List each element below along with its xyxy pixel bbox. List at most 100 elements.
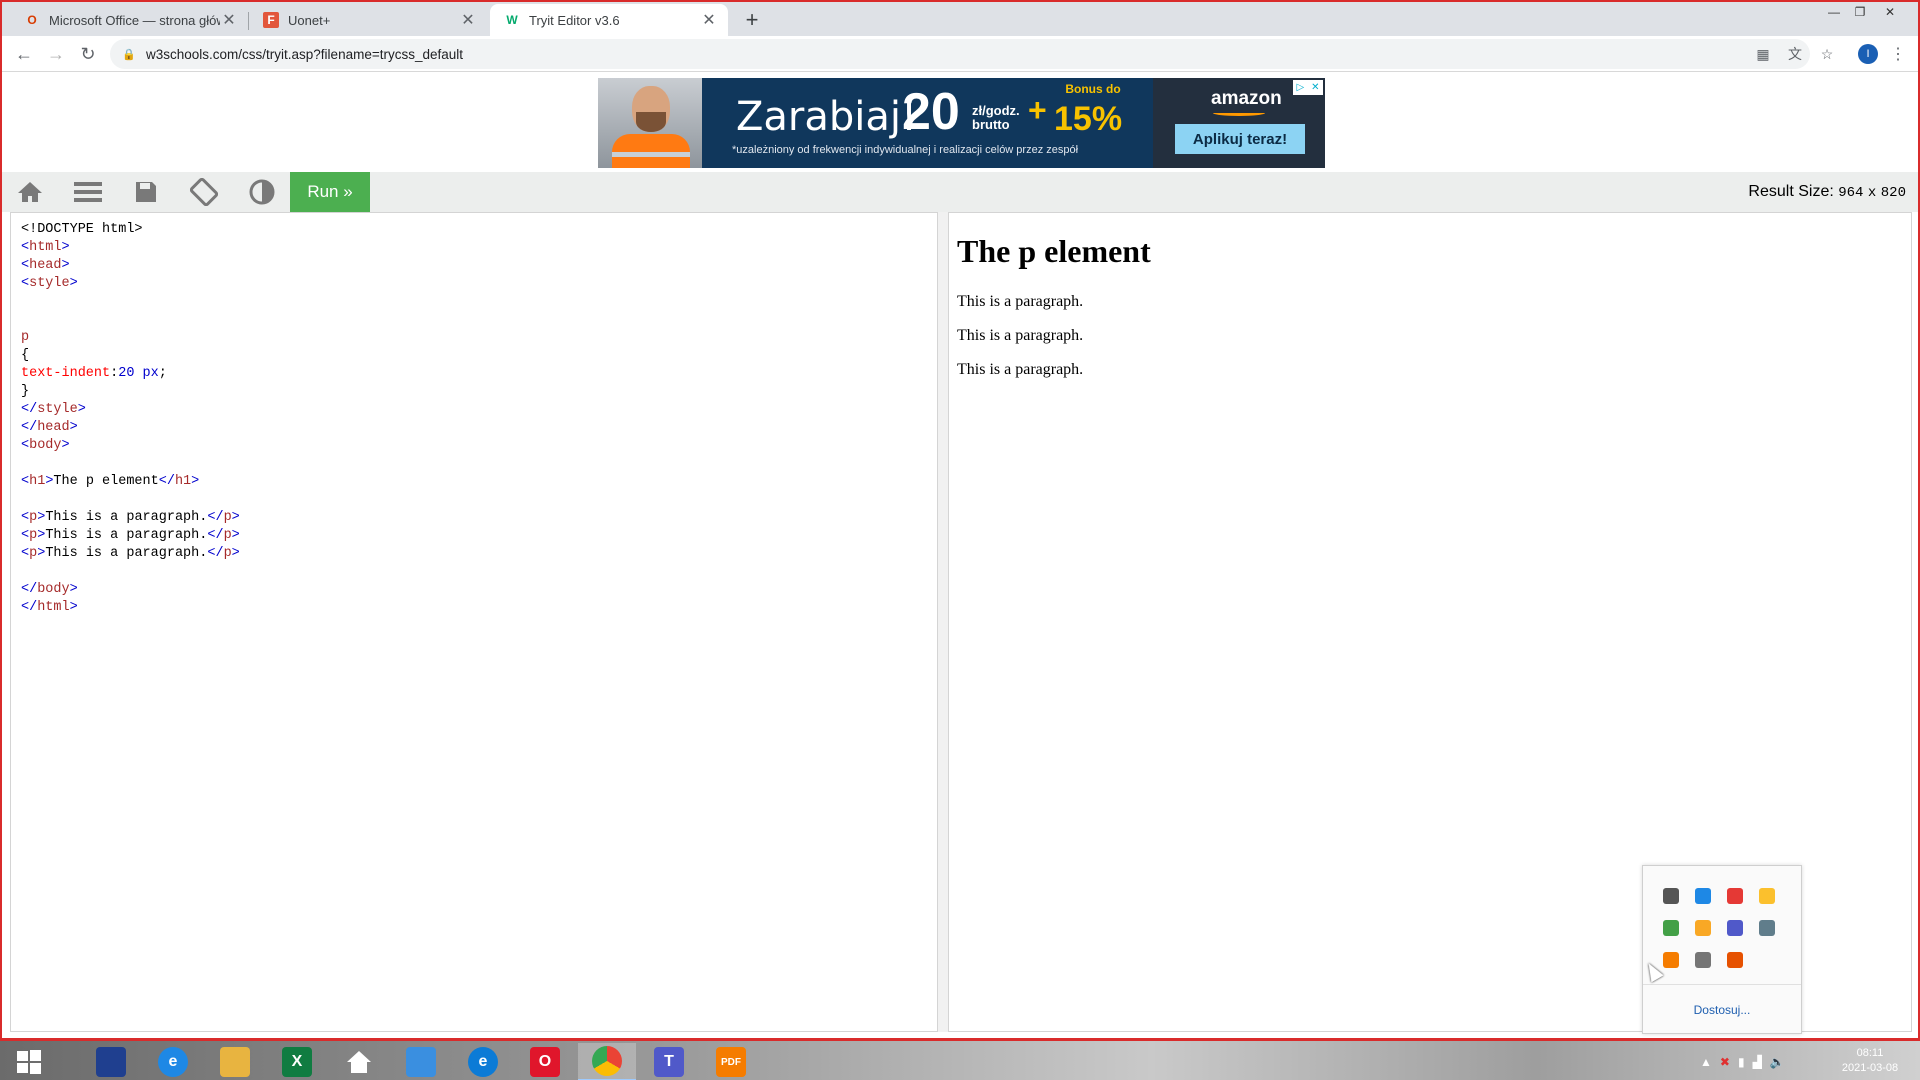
green-circle-icon[interactable]: [1759, 888, 1775, 904]
shield-icon[interactable]: [1663, 920, 1679, 936]
pane-divider[interactable]: [938, 212, 948, 1032]
w3schools-favicon-icon: W: [506, 13, 518, 27]
lenovo-taskbar-button[interactable]: [82, 1043, 140, 1080]
profile-avatar[interactable]: I: [1858, 44, 1878, 64]
code-token: p: [29, 510, 38, 525]
save-icon[interactable]: [118, 172, 174, 212]
code-line: <p>This is a paragraph.</p>: [21, 545, 240, 563]
internet-explorer-taskbar-button[interactable]: e: [144, 1043, 202, 1080]
code-line: }: [21, 383, 240, 401]
usb-icon[interactable]: [1759, 920, 1775, 936]
pdf-tool-icon[interactable]: [1663, 952, 1679, 968]
browser-menu-icon[interactable]: ⋮: [1890, 42, 1906, 66]
code-token: ;: [158, 366, 167, 381]
start-taskbar-button[interactable]: [0, 1043, 58, 1080]
code-token: </: [21, 420, 38, 435]
result-width: 964: [1838, 185, 1864, 201]
amazon-smile-icon: [1213, 110, 1265, 116]
code-token: p: [29, 528, 38, 543]
pdf-app-taskbar-button[interactable]: PDF: [702, 1043, 760, 1080]
tab-tryit-editor[interactable]: W Tryit Editor v3.6 ✕: [490, 4, 728, 36]
clock[interactable]: 08:11 2021-03-08: [1830, 1046, 1910, 1076]
file-explorer-taskbar-button[interactable]: [206, 1043, 264, 1080]
code-token: style: [29, 276, 70, 291]
ad-cta-button[interactable]: Aplikuj teraz!: [1175, 124, 1305, 154]
paint-icon[interactable]: [1727, 888, 1743, 904]
edge-taskbar-button[interactable]: e: [454, 1043, 512, 1080]
code-token: p: [223, 510, 232, 525]
code-token: p: [21, 330, 30, 345]
code-editor[interactable]: <!DOCTYPE html> <html> <head> <style> p{text…: [10, 212, 938, 1032]
code-token: </: [207, 510, 224, 525]
code-line: <!DOCTYPE html>: [21, 221, 240, 239]
clock-date: 2021-03-08: [1841, 1062, 1899, 1074]
home-app-taskbar-button[interactable]: [330, 1043, 388, 1080]
new-tab-button[interactable]: +: [738, 6, 766, 34]
code-token: html: [29, 240, 62, 255]
bookmark-star-icon[interactable]: ☆: [1816, 43, 1838, 65]
printer-icon[interactable]: [1695, 952, 1711, 968]
url-text: w3schools.com/css/tryit.asp?filename=try…: [146, 46, 464, 62]
chrome-taskbar-button[interactable]: [578, 1043, 636, 1080]
code-text[interactable]: <!DOCTYPE html> <html> <head> <style> p{text…: [21, 221, 240, 617]
battery-icon[interactable]: ▮: [1738, 1055, 1745, 1069]
close-tab-icon[interactable]: ✕: [220, 11, 238, 29]
close-tab-icon[interactable]: ✕: [700, 11, 718, 29]
minimize-icon[interactable]: —: [1822, 2, 1846, 22]
code-line: <p>This is a paragraph.</p>: [21, 527, 240, 545]
code-token: h1: [174, 474, 192, 489]
uonet-favicon-icon: F: [263, 12, 279, 28]
wifi-icon[interactable]: ▟: [1753, 1055, 1762, 1069]
volume-icon[interactable]: 🔈: [1770, 1055, 1785, 1069]
customize-link[interactable]: Dostosuj...: [1643, 984, 1801, 1034]
translate-icon[interactable]: 文: [1784, 43, 1806, 65]
excel-taskbar-button[interactable]: X: [268, 1043, 326, 1080]
code-token: </: [21, 600, 38, 615]
code-token: >: [231, 510, 240, 525]
code-token: >: [191, 474, 200, 489]
office-favicon-icon: O: [27, 13, 37, 27]
tab-microsoft-office[interactable]: O Microsoft Office — strona główna ✕: [10, 4, 248, 36]
ad-banner[interactable]: Zarabiaj! 20 zł/godz. brutto + Bonus do …: [598, 78, 1325, 168]
code-line: </body>: [21, 581, 240, 599]
code-token: >: [77, 402, 86, 417]
contrast-icon[interactable]: [234, 172, 290, 212]
menu-icon[interactable]: [60, 172, 116, 212]
result-size-label: Result Size:: [1748, 183, 1834, 200]
code-line: </html>: [21, 599, 240, 617]
monitor-icon[interactable]: [1663, 888, 1679, 904]
qr-code-icon[interactable]: ▦: [1752, 43, 1774, 65]
code-token: head: [29, 258, 62, 273]
close-tab-icon[interactable]: ✕: [459, 11, 477, 29]
archive-icon[interactable]: [1727, 952, 1743, 968]
forward-icon[interactable]: →: [42, 40, 70, 68]
rotate-icon[interactable]: [176, 172, 232, 212]
ad-plus: +: [1028, 92, 1047, 128]
restore-icon[interactable]: ❐: [1848, 2, 1872, 22]
mail-icon: [406, 1047, 436, 1077]
home-icon[interactable]: [2, 172, 58, 212]
code-token: head: [37, 420, 70, 435]
show-hidden-icons-icon[interactable]: ▲: [1700, 1055, 1712, 1069]
opera-taskbar-button[interactable]: O: [516, 1043, 574, 1080]
back-icon[interactable]: ←: [10, 40, 38, 68]
close-window-icon[interactable]: ✕: [1878, 2, 1902, 22]
code-token: body: [37, 582, 70, 597]
reload-icon[interactable]: ↻: [74, 40, 102, 68]
teams-taskbar-button[interactable]: T: [640, 1043, 698, 1080]
ad-choices-icon[interactable]: ▷ ✕: [1293, 80, 1323, 95]
mail-taskbar-button[interactable]: [392, 1043, 450, 1080]
code-line: {: [21, 347, 240, 365]
tab-uonet[interactable]: F Uonet+ ✕: [249, 4, 487, 36]
cube-icon[interactable]: [1695, 920, 1711, 936]
run-button[interactable]: Run »: [290, 172, 370, 212]
ad-footnote: *uzależniony od frekwencji indywidualnej…: [732, 144, 1079, 156]
teams-icon[interactable]: [1727, 920, 1743, 936]
code-token: The p element: [53, 474, 159, 489]
network-icon[interactable]: [1695, 888, 1711, 904]
address-bar[interactable]: 🔒 w3schools.com/css/tryit.asp?filename=t…: [110, 39, 1810, 69]
edge-icon: e: [468, 1047, 498, 1077]
code-token: h1: [29, 474, 46, 489]
security-alert-icon[interactable]: ✖: [1720, 1055, 1730, 1069]
